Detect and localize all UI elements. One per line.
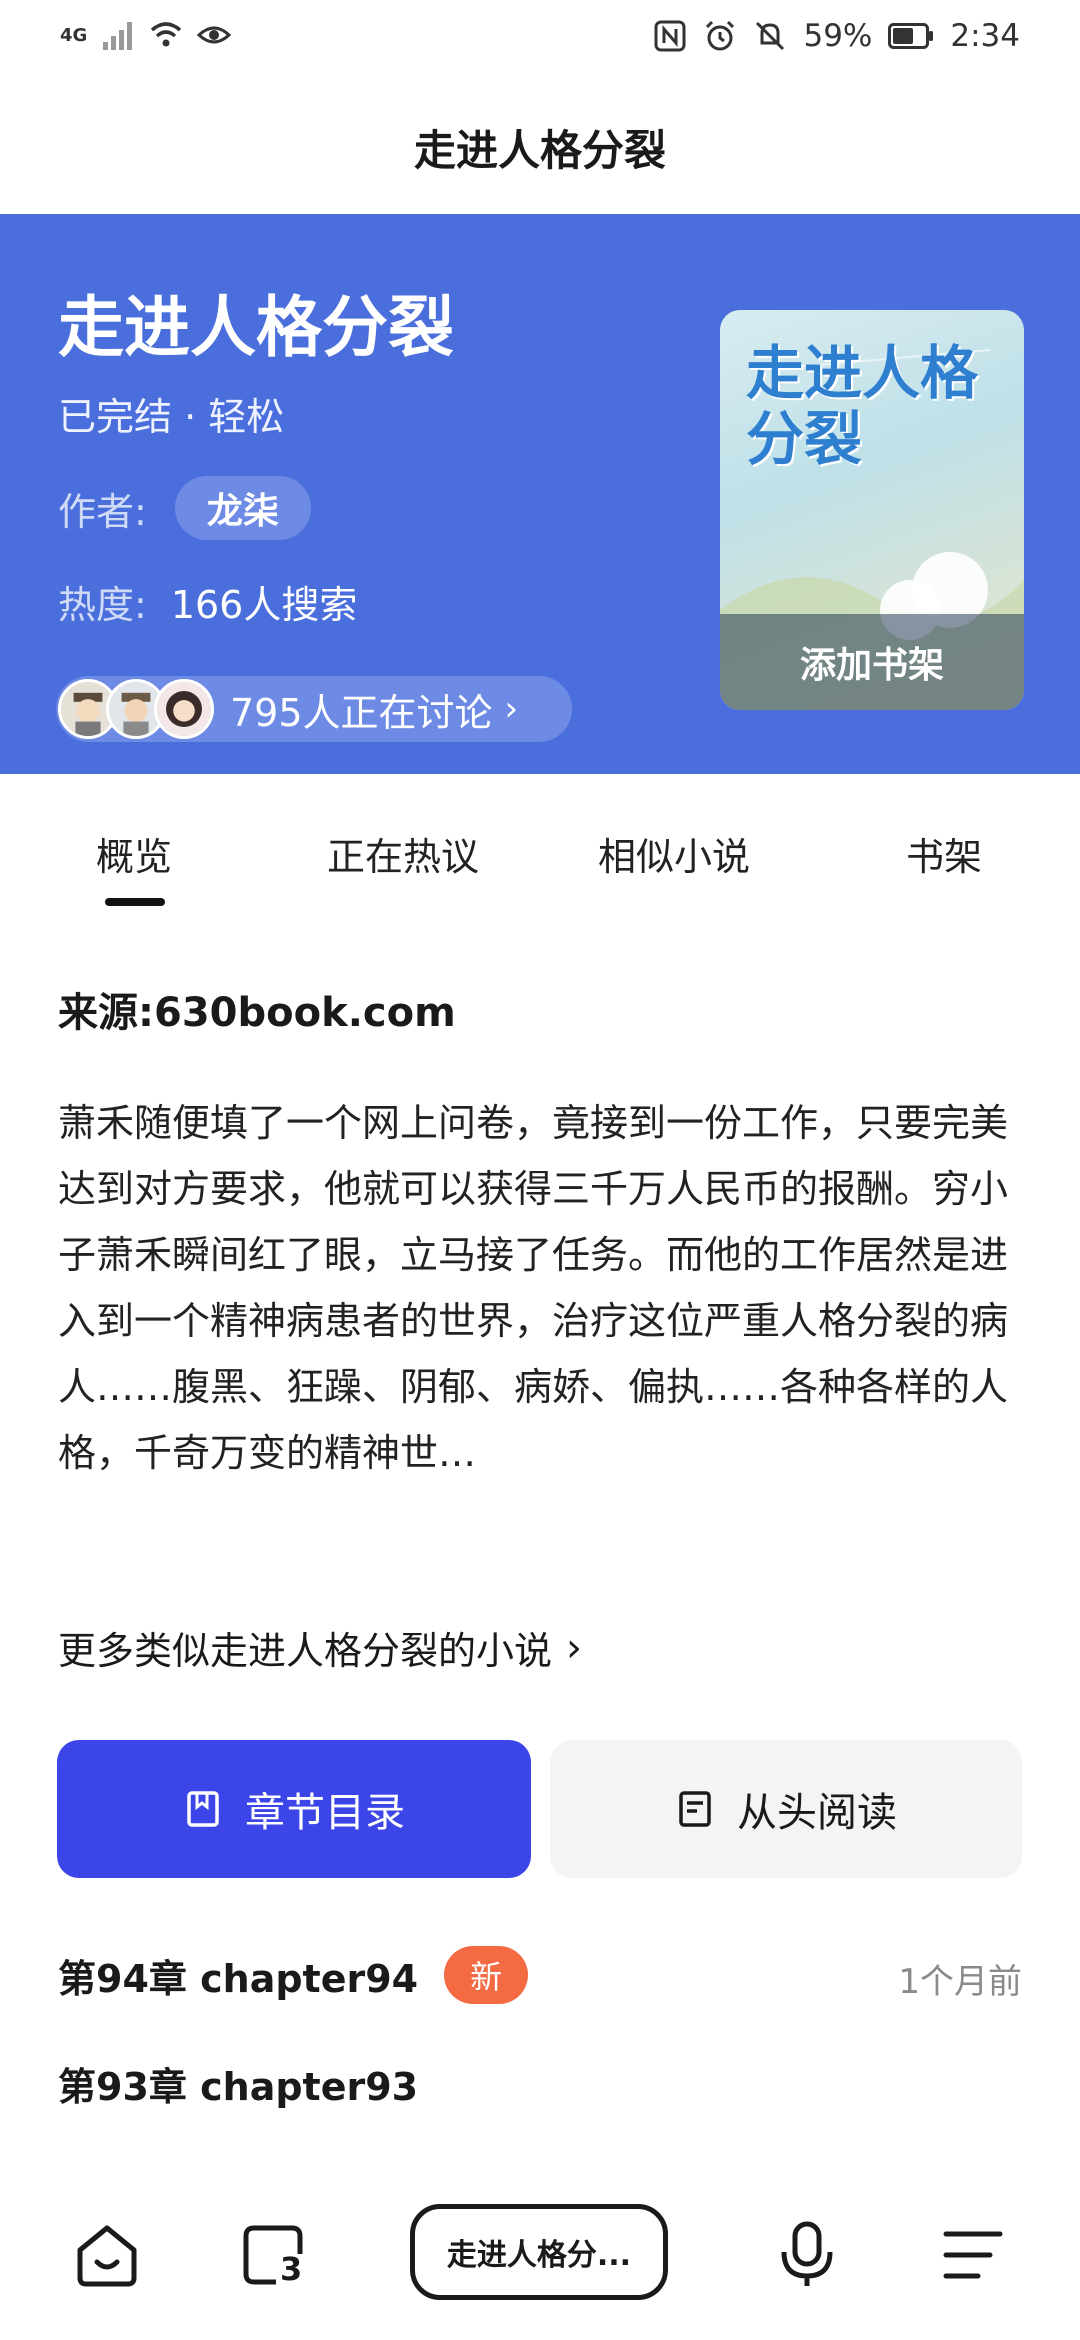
current-tab-pill[interactable]: 走进人格分...	[410, 2204, 668, 2300]
menu-icon[interactable]	[938, 2220, 1008, 2290]
tab-bookshelf[interactable]: 书架	[906, 826, 982, 881]
author-row: 作者: 龙柒	[58, 476, 311, 540]
wifi-icon	[151, 22, 182, 47]
author-chip[interactable]: 龙柒	[174, 476, 311, 540]
heat-label: 热度:	[58, 583, 147, 627]
chapter-item[interactable]: 第94章 chapter94 新	[58, 1946, 529, 2004]
bottom-navigation: 3 走进人格分...	[0, 2180, 1080, 2340]
network-label: 4G	[60, 24, 88, 46]
nfc-icon	[654, 20, 686, 52]
chapter-title: 第94章 chapter94	[58, 1956, 419, 2001]
tab-similar-novels[interactable]: 相似小说	[598, 826, 750, 881]
read-from-start-button[interactable]: 从头阅读	[550, 1740, 1022, 1878]
tab-count: 3	[280, 2250, 303, 2288]
chevron-right-icon: ›	[504, 689, 519, 729]
status-bar: 4G 59% 2:34	[0, 0, 1080, 80]
cover-title: 走进人格分裂	[746, 339, 979, 473]
chevron-right-icon: ›	[566, 1624, 583, 1671]
document-icon	[679, 1791, 711, 1827]
battery-percent: 59%	[803, 18, 873, 54]
author-label: 作者:	[58, 489, 147, 534]
add-to-shelf-button[interactable]: 添加书架	[720, 614, 1024, 710]
alarm-icon	[706, 20, 735, 51]
status-left: 4G	[60, 18, 232, 52]
status-right: 59% 2:34	[653, 18, 1020, 54]
page-title: 走进人格分裂	[413, 125, 666, 175]
mute-icon	[756, 21, 785, 51]
heat-value: 166人搜索	[170, 583, 358, 627]
battery-icon	[888, 23, 934, 49]
avatar-group	[58, 679, 214, 739]
table-of-contents-button[interactable]: 章节目录	[57, 1740, 531, 1878]
book-title: 走进人格分裂	[58, 289, 454, 366]
avatar-woman-icon	[157, 682, 211, 736]
tabs-button[interactable]: 3	[238, 2220, 308, 2290]
page-title-bar: 走进人格分裂	[0, 80, 1080, 214]
discussion-count: 795人正在讨论	[230, 690, 493, 735]
clock: 2:34	[950, 18, 1020, 54]
eye-icon	[197, 26, 232, 44]
avatar	[154, 679, 214, 739]
heat-row: 热度: 166人搜索	[58, 574, 357, 629]
book-summary: 萧禾随便填了一个网上问卷，竟接到一份工作，只要完美达到对方要求，他就可以获得三千…	[58, 1101, 1009, 1475]
chapter-title: 第93章 chapter93	[58, 2065, 419, 2109]
discussion-button[interactable]: 795人正在讨论 ›	[56, 676, 572, 742]
book-icon	[187, 1791, 219, 1827]
new-badge: 新	[444, 1946, 529, 2004]
home-icon[interactable]	[72, 2220, 142, 2290]
tab-overview[interactable]: 概览	[96, 826, 172, 881]
source-value: 630book.com	[154, 990, 456, 1036]
source-label: 来源:	[58, 990, 154, 1036]
more-similar-link[interactable]: 更多类似走进人格分裂的小说 ›	[58, 1620, 1022, 1675]
toc-label: 章节目录	[245, 1790, 405, 1836]
source-row: 来源:630book.com	[58, 980, 1022, 1038]
read-label: 从头阅读	[737, 1790, 897, 1836]
signal-icon	[103, 22, 133, 50]
book-status: 已完结 · 轻松	[58, 395, 285, 439]
tab-hot-discussion[interactable]: 正在热议	[327, 826, 479, 881]
chapter-update-time: 1个月前	[898, 1962, 1022, 2002]
tab-indicator	[105, 898, 165, 906]
more-similar-label: 更多类似走进人格分裂的小说	[58, 1629, 553, 1673]
book-cover[interactable]: 走进人格分裂 添加书架	[720, 310, 1024, 710]
microphone-icon[interactable]	[772, 2220, 842, 2290]
tab-bar: 概览 正在热议 相似小说 书架	[0, 774, 1080, 914]
chapter-item[interactable]: 第93章 chapter93	[58, 2056, 418, 2111]
book-hero: 走进人格分裂 已完结 · 轻松 作者: 龙柒 热度: 166人搜索 795人正在…	[0, 214, 1080, 774]
